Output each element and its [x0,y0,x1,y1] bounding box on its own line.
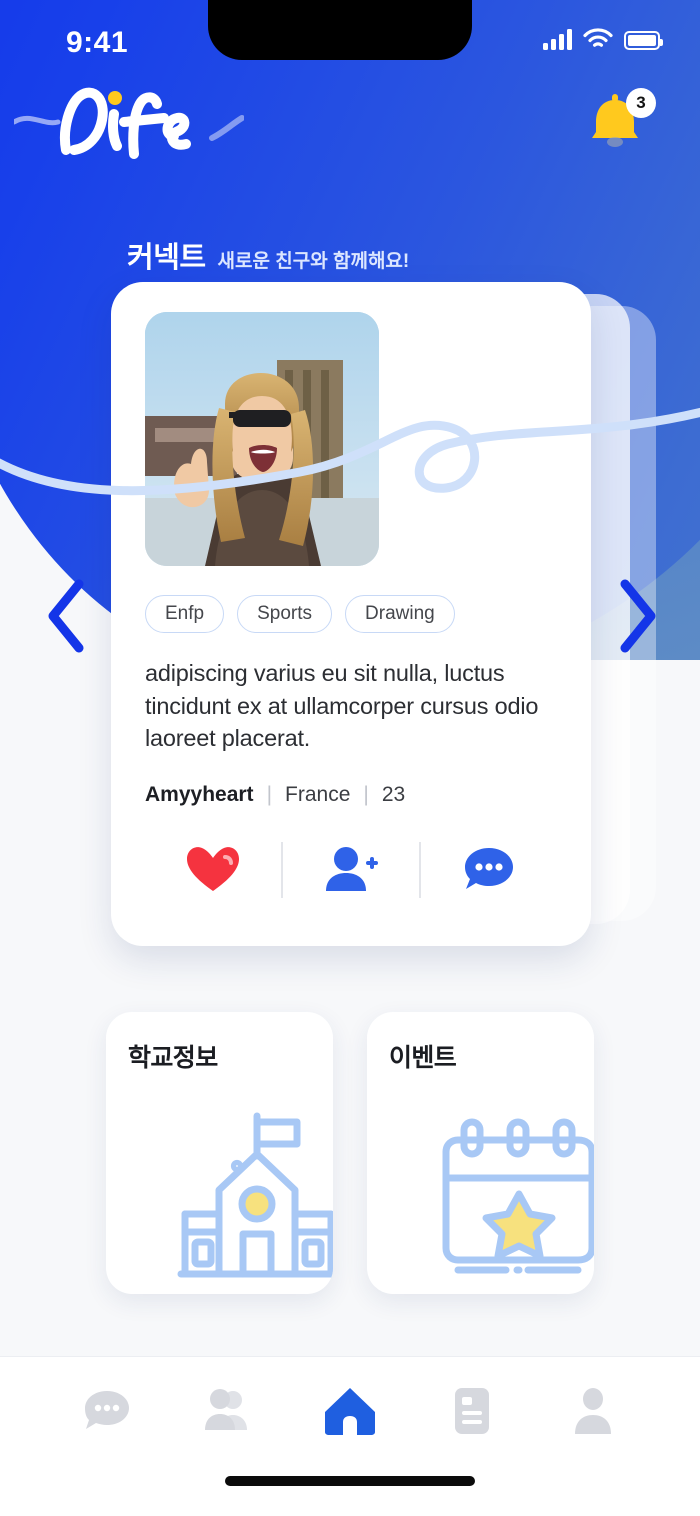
home-indicator [225,1476,475,1486]
profile-card-deck: Enfp Sports Drawing adipiscing varius eu… [0,282,700,962]
profile-card[interactable]: Enfp Sports Drawing adipiscing varius eu… [111,282,591,946]
tab-home[interactable] [289,1386,411,1436]
profile-country: France [285,782,351,806]
message-button[interactable] [421,845,557,895]
tile-event[interactable]: 이벤트 [367,1012,594,1294]
chat-bubble-icon [464,847,513,889]
status-time: 9:41 [66,26,129,59]
avatar [145,312,379,566]
tag-item[interactable]: Drawing [345,595,455,633]
like-button[interactable] [145,845,281,895]
person-add-icon [325,846,378,891]
feature-tiles: 학교정보 이벤트 [0,1012,700,1294]
tile-title: 이벤트 [389,1044,457,1072]
status-bar: 9:41 [0,0,700,78]
wifi-icon [583,28,613,47]
section-header: 커넥트 새로운 친구와 함께해요! [127,234,409,276]
chevron-right-icon [620,579,656,653]
app-header: 3 [0,78,700,188]
meta-separator: | [363,782,369,806]
tile-school-info[interactable]: 학교정보 [106,1012,333,1294]
tab-friends[interactable] [168,1388,290,1434]
profile-name: Amyyheart [145,782,254,806]
tab-profile[interactable] [532,1386,654,1436]
tag-item[interactable]: Enfp [145,595,225,633]
notification-badge: 3 [626,88,656,118]
profile-actions [145,831,557,909]
school-building-icon [167,1108,333,1288]
profile-bio: adipiscing varius eu sit nulla, luctus t… [145,660,539,752]
document-icon [454,1388,489,1434]
chevron-left-icon [48,579,84,653]
tile-title: 학교정보 [128,1044,218,1072]
device-notch [208,0,472,60]
battery-icon [624,31,663,50]
profile-age: 23 [381,782,406,806]
people-icon [205,1389,248,1430]
app-logo [11,74,245,175]
notification-button[interactable]: 3 [582,88,656,154]
carousel-next-button[interactable] [606,574,670,658]
add-friend-button[interactable] [283,845,419,895]
tag-item[interactable]: Sports [237,595,333,633]
bottom-tab-bar [0,1356,700,1516]
section-subtitle: 새로운 친구와 함께해요! [217,251,410,272]
calendar-star-icon [428,1108,594,1288]
interest-tags: Enfp Sports Drawing [145,595,557,633]
home-icon [324,1388,375,1435]
heart-icon [187,847,240,891]
section-title: 커넥트 [127,242,206,274]
tab-board[interactable] [411,1386,533,1436]
chat-bubble-icon [84,1391,129,1429]
cellular-signal-icon [543,28,572,50]
meta-separator: | [266,782,273,806]
person-icon [575,1388,612,1434]
status-indicators [543,28,663,50]
tab-list [0,1357,700,1465]
tab-chat[interactable] [46,1388,168,1434]
profile-meta: Amyyheart | France | 23 [145,783,557,807]
carousel-prev-button[interactable] [34,574,98,658]
